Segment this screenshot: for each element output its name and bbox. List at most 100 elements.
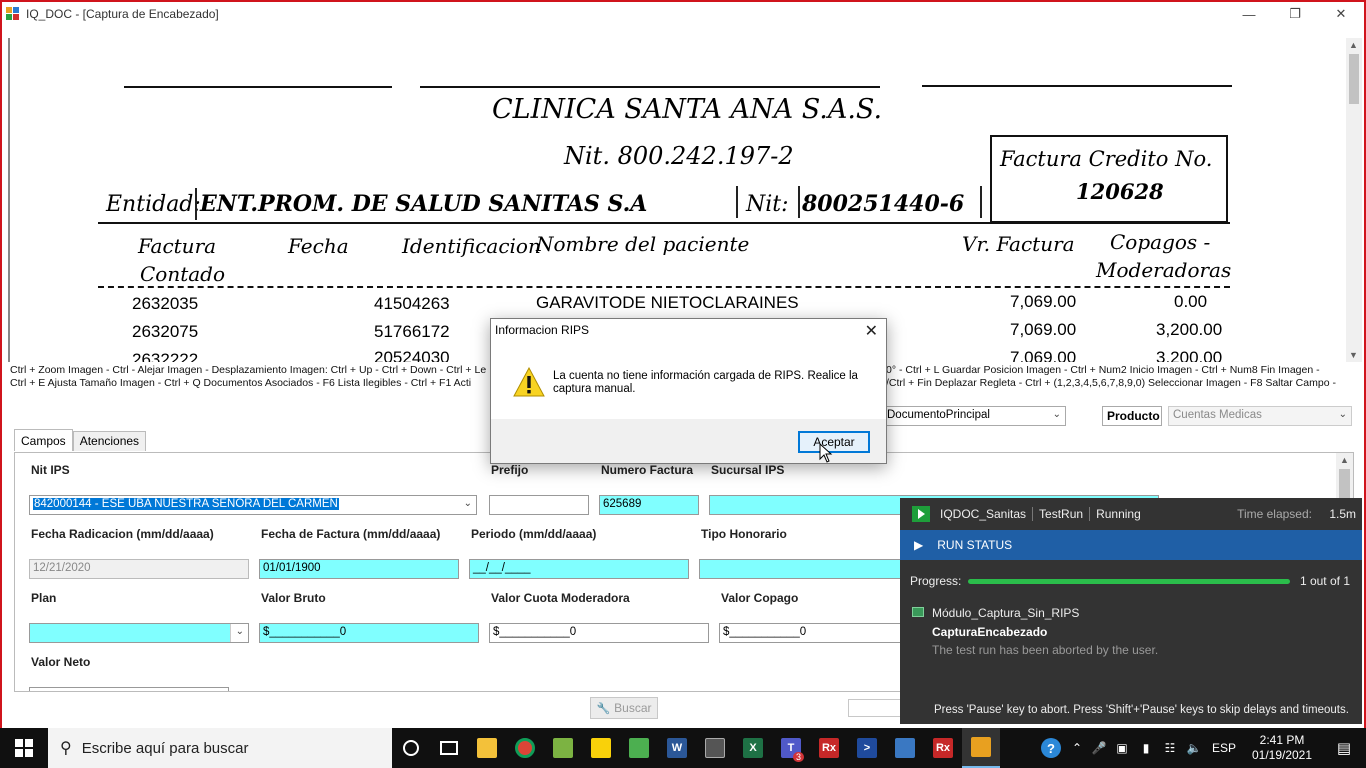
doc-invoice-box: Factura Credito No. 120628: [990, 135, 1228, 223]
doc-invoice-number: 120628: [1076, 179, 1164, 204]
system-tray: ? ⌃ 🎤 ▣ ▮ ☷ 🔈 ESP 2:41 PM 01/19/2021 ▤: [1036, 728, 1366, 768]
shortcut-line-1-right: 0° - Ctrl + L Guardar Posicion Imagen - …: [886, 364, 1320, 376]
minimize-icon[interactable]: —: [1226, 2, 1272, 26]
fecha-factura-input[interactable]: 01/01/1900: [259, 559, 459, 579]
chrome-icon[interactable]: [506, 728, 544, 768]
screen-capture-icon[interactable]: ▣: [1110, 741, 1134, 755]
run-module: Módulo_Captura_Sin_RIPS: [932, 606, 1080, 620]
doc-header-nombre: Nombre del paciente: [536, 232, 750, 256]
doc-header-copagos: Copagos -: [1110, 230, 1211, 254]
remote-desktop-icon[interactable]: [886, 728, 924, 768]
tab-atenciones[interactable]: Atenciones: [72, 431, 147, 451]
plan-select[interactable]: ⌄: [29, 623, 249, 643]
app-logo-icon: [6, 7, 20, 21]
run-test-case: CapturaEncabezado: [932, 625, 1048, 639]
fecha-radicacion-input[interactable]: 12/21/2020: [29, 559, 249, 579]
ranorex-spy-icon[interactable]: Rx: [810, 728, 848, 768]
buscar-button[interactable]: 🔧 Buscar: [590, 697, 658, 719]
search-tool-icon: 🔧: [596, 702, 611, 715]
valor-copago-label: Valor Copago: [721, 591, 799, 605]
progress-text: 1 out of 1: [1299, 574, 1350, 588]
teams-icon[interactable]: T 3: [772, 728, 810, 768]
microphone-icon[interactable]: 🎤: [1088, 741, 1110, 755]
dialog-close-icon[interactable]: ✕: [865, 321, 878, 341]
valor-copago-input[interactable]: $___________0: [719, 623, 919, 643]
clock-time: 2:41 PM: [1259, 733, 1305, 747]
plan-label: Plan: [31, 591, 57, 605]
notifications-icon[interactable]: ▤: [1322, 739, 1366, 757]
sticky-notes-icon[interactable]: [582, 728, 620, 768]
doc-entity-nit-value: 800251440-6: [802, 191, 965, 217]
shortcut-line-1-left: Ctrl + Zoom Imagen - Ctrl - Alejar Image…: [10, 364, 487, 376]
valor-neto-label: Valor Neto: [31, 655, 91, 669]
clock[interactable]: 2:41 PM 01/19/2021: [1242, 733, 1322, 763]
run-hint: Press 'Pause' key to abort. Press 'Shift…: [934, 704, 1349, 716]
fecha-factura-label: Fecha de Factura (mm/dd/aaaa): [261, 527, 441, 541]
tipo-honorario-input[interactable]: [699, 559, 919, 579]
secondary-button[interactable]: [848, 699, 908, 717]
doc-invoice-title: Factura Credito No.: [1000, 147, 1213, 171]
excel-icon[interactable]: X: [734, 728, 772, 768]
file-explorer-icon[interactable]: [468, 728, 506, 768]
language-indicator[interactable]: ESP: [1206, 741, 1242, 755]
fecha-radicacion-label: Fecha Radicacion (mm/dd/aaaa): [31, 527, 214, 541]
chevron-down-icon: ⌄: [463, 498, 472, 509]
title-bar: IQ_DOC - [Captura de Encabezado] — ❐ ✕: [2, 2, 1364, 26]
doc-company-name: CLINICA SANTA ANA S.A.S.: [492, 94, 883, 125]
restore-icon[interactable]: ❐: [1272, 2, 1318, 26]
document-image-viewer[interactable]: CLINICA SANTA ANA S.A.S. Nit. 800.242.19…: [8, 38, 1346, 362]
run-status-header[interactable]: ▶ RUN STATUS: [900, 530, 1362, 560]
snipping-icon[interactable]: [620, 728, 658, 768]
rips-info-dialog: Informacion RIPS ✕ La cuenta no tiene in…: [490, 318, 887, 464]
volume-icon[interactable]: 🔈: [1182, 741, 1206, 755]
producto-select[interactable]: Cuentas Medicas ⌄: [1168, 406, 1352, 426]
network-icon[interactable]: ☷: [1158, 741, 1182, 755]
run-message: The test run has been aborted by the use…: [932, 643, 1159, 657]
run-state: Running: [1096, 507, 1141, 521]
prefijo-input[interactable]: [489, 495, 589, 515]
progress-label: Progress:: [910, 574, 962, 588]
chevron-down-icon: ⌄: [235, 626, 244, 637]
cuota-moderadora-input[interactable]: $___________0: [489, 623, 709, 643]
document-type-select[interactable]: DocumentoPrincipal ⌄: [882, 406, 1066, 426]
ranorex-run-icon: [912, 506, 930, 522]
taskbar-search-input[interactable]: ⚲ Escribe aquí para buscar: [48, 728, 392, 768]
doc-header-fecha: Fecha: [288, 234, 349, 258]
valor-bruto-input[interactable]: $___________0: [259, 623, 479, 643]
ranorex-studio-icon[interactable]: Rx: [924, 728, 962, 768]
nit-ips-select[interactable]: 842000144 - ESE UBA NUESTRA SEÑORA DEL C…: [29, 495, 477, 515]
shortcut-line-2-left: Ctrl + E Ajusta Tamaño Imagen - Ctrl + Q…: [10, 377, 472, 389]
doc-header-valor: Vr. Factura: [962, 232, 1075, 256]
numero-factura-label: Numero Factura: [601, 463, 694, 477]
help-icon[interactable]: ?: [1036, 728, 1066, 768]
aceptar-button[interactable]: Aceptar: [798, 431, 870, 453]
word-icon[interactable]: W: [658, 728, 696, 768]
chevron-up-icon[interactable]: ⌃: [1066, 741, 1088, 755]
play-icon: ▶: [914, 538, 924, 552]
doc-header-contado: Contado: [140, 262, 226, 286]
document-scrollbar[interactable]: ▲ ▼: [1346, 38, 1362, 362]
producto-label: Producto: [1102, 406, 1162, 426]
windows-start-icon[interactable]: [0, 728, 48, 768]
doc-entity-value: ENT.PROM. DE SALUD SANITAS S.A: [200, 191, 648, 217]
task-view-icon[interactable]: [430, 728, 468, 768]
battery-icon[interactable]: ▮: [1134, 741, 1158, 755]
numero-factura-input[interactable]: 625689: [599, 495, 699, 515]
powershell-icon[interactable]: >: [848, 728, 886, 768]
run-config: TestRun: [1039, 507, 1084, 521]
iqdoc-taskbar-icon[interactable]: [962, 728, 1000, 768]
prefijo-label: Prefijo: [491, 463, 529, 477]
close-icon[interactable]: ✕: [1318, 2, 1364, 26]
doc-header-factura: Factura: [138, 234, 217, 258]
chevron-down-icon: ⌄: [1052, 409, 1061, 420]
shortcut-line-2-right: /Ctrl + Fin Deplazar Regleta - Ctrl + (1…: [886, 377, 1336, 389]
elapsed-value: 1.5m: [1329, 507, 1356, 521]
teams-badge: 3: [792, 752, 804, 762]
doc-header-moderadoras: Moderadoras: [1096, 258, 1232, 282]
tab-campos[interactable]: Campos: [14, 429, 73, 451]
cortana-icon[interactable]: [392, 728, 430, 768]
valor-neto-input[interactable]: [29, 687, 229, 691]
notepad-icon[interactable]: [544, 728, 582, 768]
periodo-input[interactable]: __/__/____: [469, 559, 689, 579]
calculator-icon[interactable]: [696, 728, 734, 768]
